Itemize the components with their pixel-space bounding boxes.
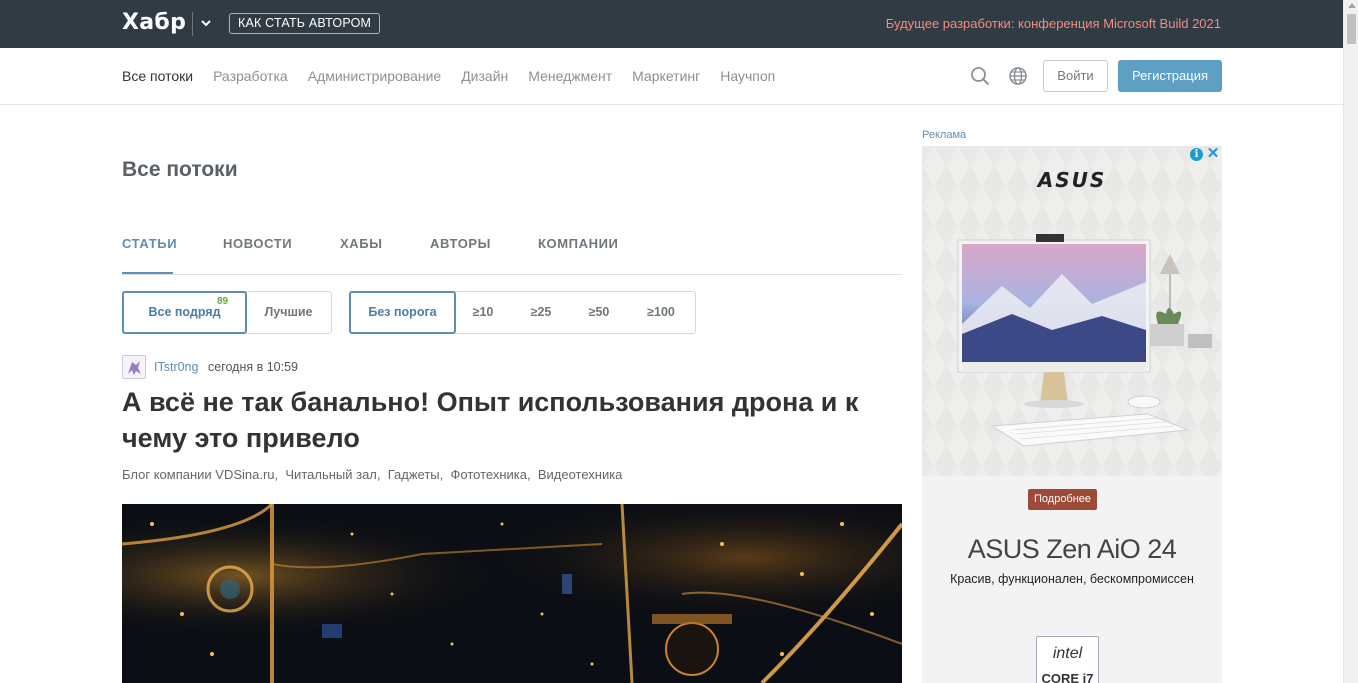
ad-brand-logo: ASUS (1037, 168, 1107, 192)
top-bar: Хабр КАК СТАТЬ АВТОРОМ Будущее разработк… (0, 0, 1343, 48)
threshold-10-button[interactable]: ≥10 (455, 292, 511, 333)
threshold-100-button[interactable]: ≥100 (627, 292, 695, 333)
intel-logo: intel (1052, 645, 1083, 662)
avatar[interactable] (122, 355, 146, 379)
content-tabs: СТАТЬИ НОВОСТИ ХАБЫ АВТОРЫ КОМПАНИИ (122, 236, 902, 275)
tab-companies[interactable]: КОМПАНИИ (538, 236, 618, 251)
intel-badge: intel CORE i7 (1036, 636, 1099, 683)
threshold-25-button[interactable]: ≥25 (511, 292, 571, 333)
nav-all-flows[interactable]: Все потоки (122, 68, 193, 84)
ad-product-name: ASUS Zen AiO 24 (967, 534, 1177, 564)
sidebar-ad[interactable]: i ✕ ASUS Подробнее ASUS Zen AiO 24 Краси… (922, 146, 1222, 683)
threshold-none-button[interactable]: Без порога (349, 291, 456, 334)
ad-label: Реклама (922, 129, 967, 141)
ad-more-button[interactable]: Подробнее (1028, 489, 1098, 510)
flow-list: Все потоки Разработка Администрирование … (122, 68, 775, 84)
nav-popsci[interactable]: Научпоп (720, 68, 775, 84)
register-button[interactable]: Регистрация (1118, 60, 1222, 92)
page-scrollbar[interactable] (1343, 0, 1358, 683)
login-button[interactable]: Войти (1043, 60, 1108, 92)
post-time: сегодня в 10:59 (208, 360, 298, 374)
filter-all-label: Все подряд (148, 305, 221, 319)
promo-link[interactable]: Будущее разработки: конференция Microsof… (886, 16, 1221, 31)
post-hubs: Блог компании VDSina.ru, Читальный зал, … (122, 467, 622, 482)
nav-management[interactable]: Менеджмент (528, 68, 612, 84)
threshold-50-button[interactable]: ≥50 (571, 292, 627, 333)
nav-development[interactable]: Разработка (213, 68, 288, 84)
chevron-down-icon[interactable] (199, 14, 213, 32)
hub-link[interactable]: Блог компании VDSina.ru, (122, 467, 278, 482)
page-title: Все потоки (122, 158, 238, 181)
tab-articles[interactable]: СТАТЬИ (122, 236, 177, 251)
tab-news[interactable]: НОВОСТИ (223, 236, 292, 251)
sort-filter: Все подряд 89 Лучшие (122, 291, 332, 334)
nav-administration[interactable]: Администрирование (308, 68, 442, 84)
flow-navigation: Все потоки Разработка Администрирование … (0, 48, 1343, 105)
intel-core-label: CORE i7 (1041, 671, 1094, 683)
hub-link[interactable]: Гаджеты, (388, 467, 444, 482)
threshold-filter: Без порога ≥10 ≥25 ≥50 ≥100 (349, 291, 696, 334)
author-link[interactable]: ITstr0ng (154, 360, 198, 374)
new-count-badge: 89 (217, 296, 229, 307)
post-cover-image[interactable] (122, 504, 902, 683)
habr-logo[interactable]: Хабр (122, 10, 186, 35)
filter-best-button[interactable]: Лучшие (246, 292, 331, 333)
post-title[interactable]: А всё не так банально! Опыт использовани… (122, 384, 882, 456)
author-avatar-icon (128, 361, 141, 375)
ad-info-icon[interactable]: i (1190, 148, 1203, 161)
hub-link[interactable]: Фототехника, (451, 467, 531, 482)
all-in-one-pc-image (957, 234, 1212, 447)
logo-divider (192, 12, 193, 36)
hub-link[interactable]: Читальный зал, (285, 467, 380, 482)
filter-all-button[interactable]: Все подряд 89 (122, 291, 247, 334)
scroll-thumb[interactable] (1347, 14, 1356, 44)
active-tab-indicator (122, 272, 173, 274)
ad-tagline: Красив, функционален, бескомпромиссен (950, 572, 1194, 586)
nav-marketing[interactable]: Маркетинг (632, 68, 700, 84)
tab-authors[interactable]: АВТОРЫ (430, 236, 491, 251)
globe-icon[interactable] (1008, 66, 1028, 86)
tab-hubs[interactable]: ХАБЫ (340, 236, 383, 251)
nav-design[interactable]: Дизайн (461, 68, 508, 84)
ad-close-icon[interactable]: ✕ (1206, 146, 1220, 162)
night-city-aerial-image (122, 504, 902, 683)
scroll-up-arrow-icon[interactable] (1348, 3, 1356, 8)
search-icon[interactable] (970, 66, 990, 86)
become-author-button[interactable]: КАК СТАТЬ АВТОРОМ (229, 13, 381, 34)
hub-link[interactable]: Видеотехника (538, 467, 623, 482)
